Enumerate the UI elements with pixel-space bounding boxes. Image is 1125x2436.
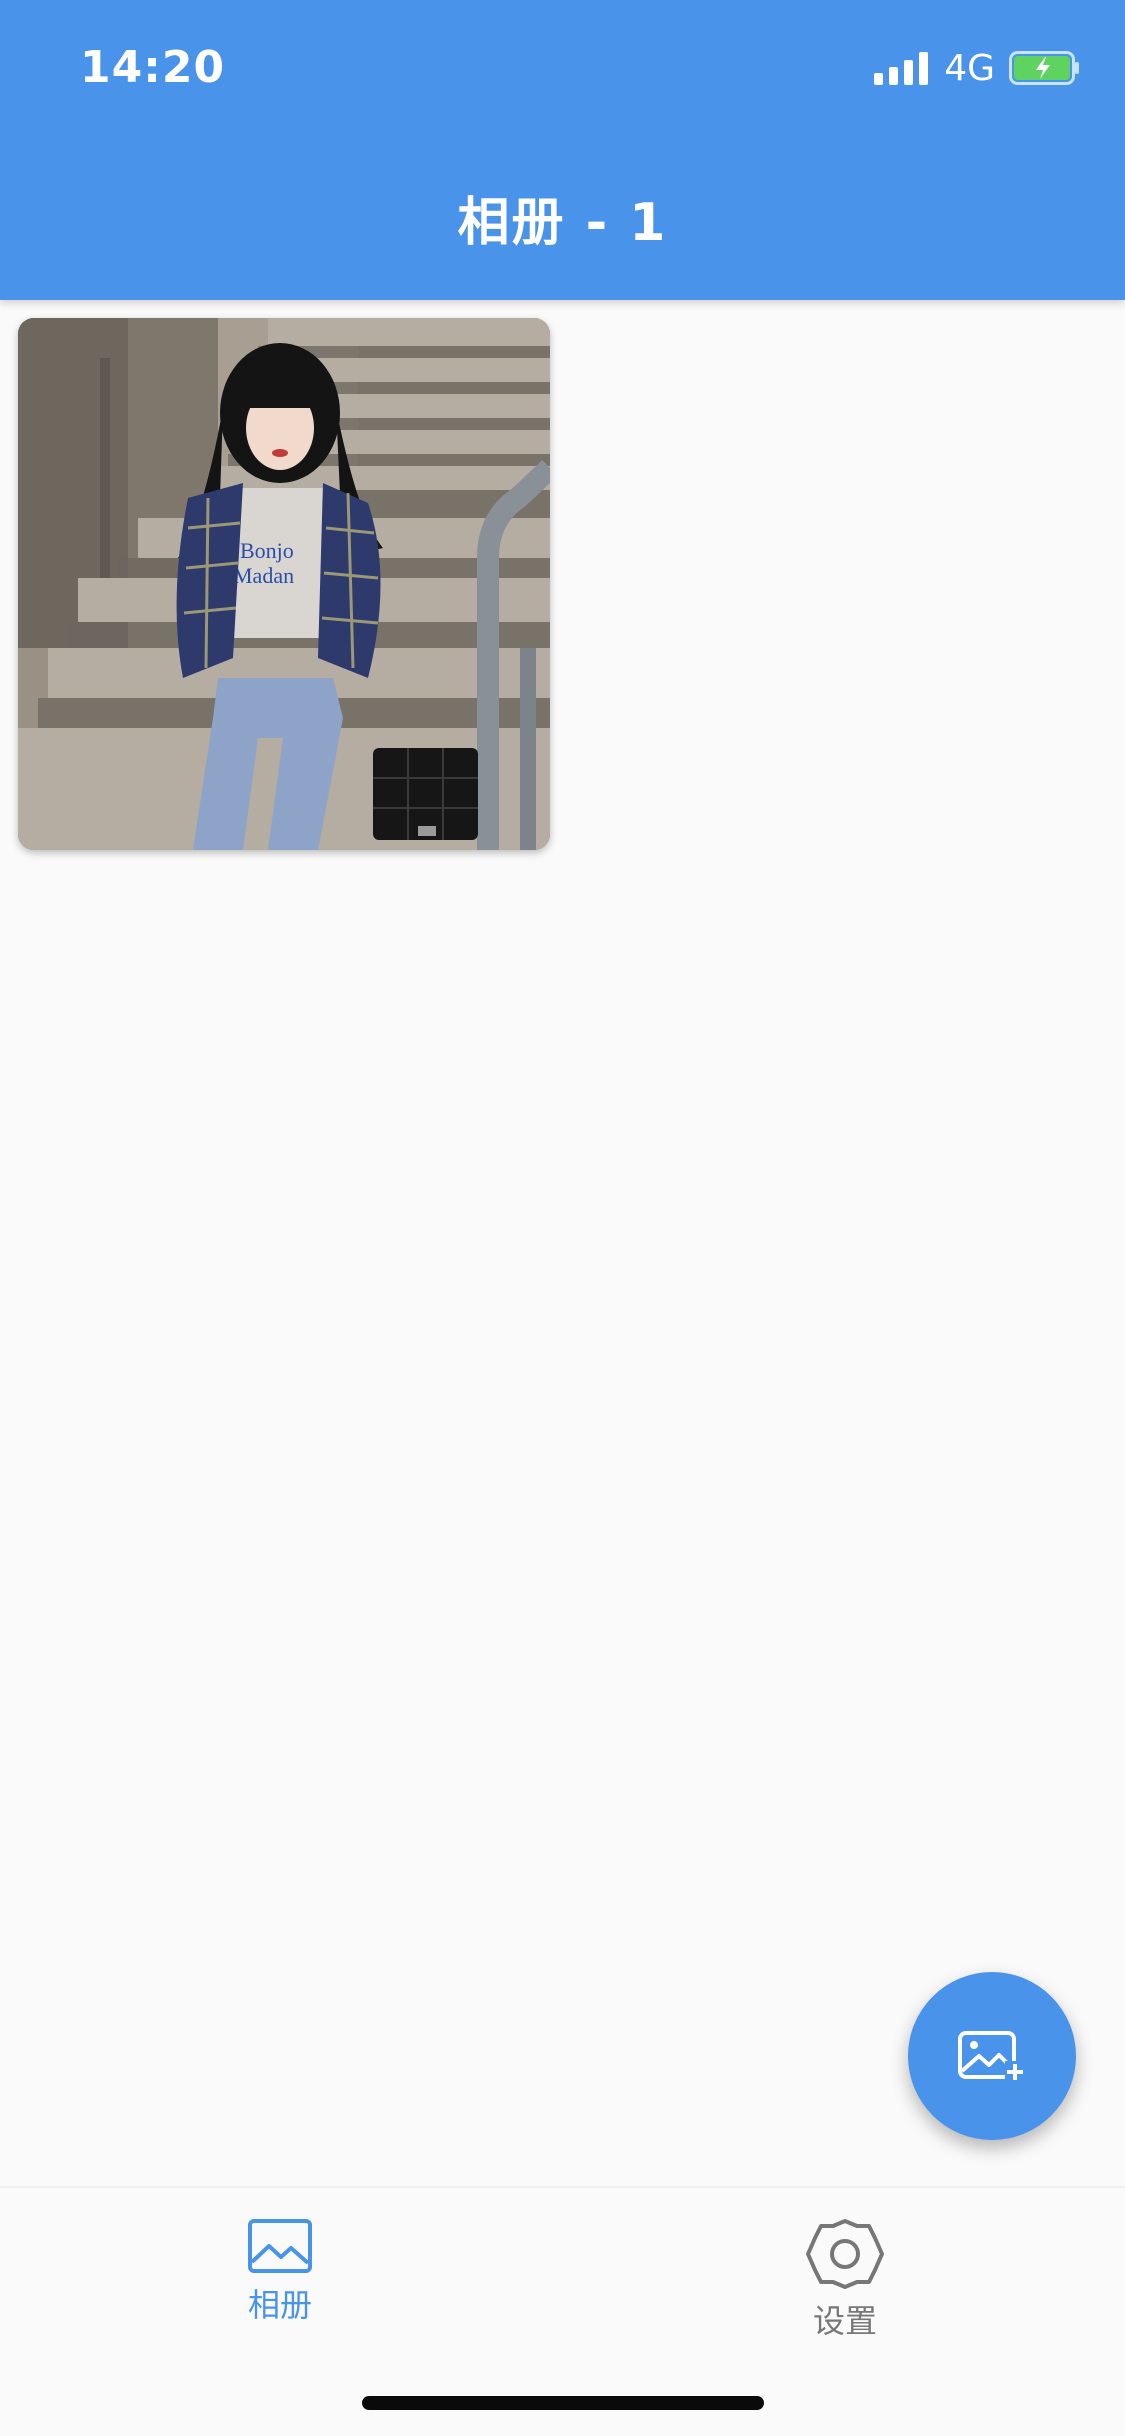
nav-item-album[interactable]: 相册 bbox=[150, 2218, 410, 2326]
add-photo-button[interactable] bbox=[908, 1972, 1076, 2140]
app-header: 14:20 4G 相册 - 1 bbox=[0, 0, 1125, 300]
home-indicator bbox=[362, 2396, 764, 2410]
page-title: 相册 - 1 bbox=[457, 193, 668, 253]
photo-thumbnail[interactable]: Bonjo Madan bbox=[18, 318, 550, 850]
photo-grid: Bonjo Madan bbox=[18, 318, 1108, 850]
image-icon bbox=[248, 2219, 312, 2273]
battery-charging-icon bbox=[1009, 51, 1079, 85]
add-photo-icon bbox=[958, 2031, 1025, 2081]
nav-label-album: 相册 bbox=[247, 2286, 312, 2324]
photo-image: Bonjo Madan bbox=[18, 318, 550, 850]
gear-icon bbox=[806, 2219, 884, 2289]
svg-text:Bonjo: Bonjo bbox=[240, 538, 294, 563]
status-bar-right: 4G bbox=[874, 46, 1081, 90]
network-label: 4G bbox=[944, 47, 995, 89]
signal-icon bbox=[874, 51, 929, 85]
status-time: 14:20 bbox=[80, 42, 226, 93]
svg-text:Madan: Madan bbox=[233, 563, 294, 588]
app-screen: 14:20 4G 相册 - 1 Bonjo Madan 相册 设置 bbox=[0, 0, 1125, 2436]
nav-label-settings: 设置 bbox=[812, 2302, 877, 2340]
nav-item-settings[interactable]: 设置 bbox=[715, 2218, 975, 2342]
